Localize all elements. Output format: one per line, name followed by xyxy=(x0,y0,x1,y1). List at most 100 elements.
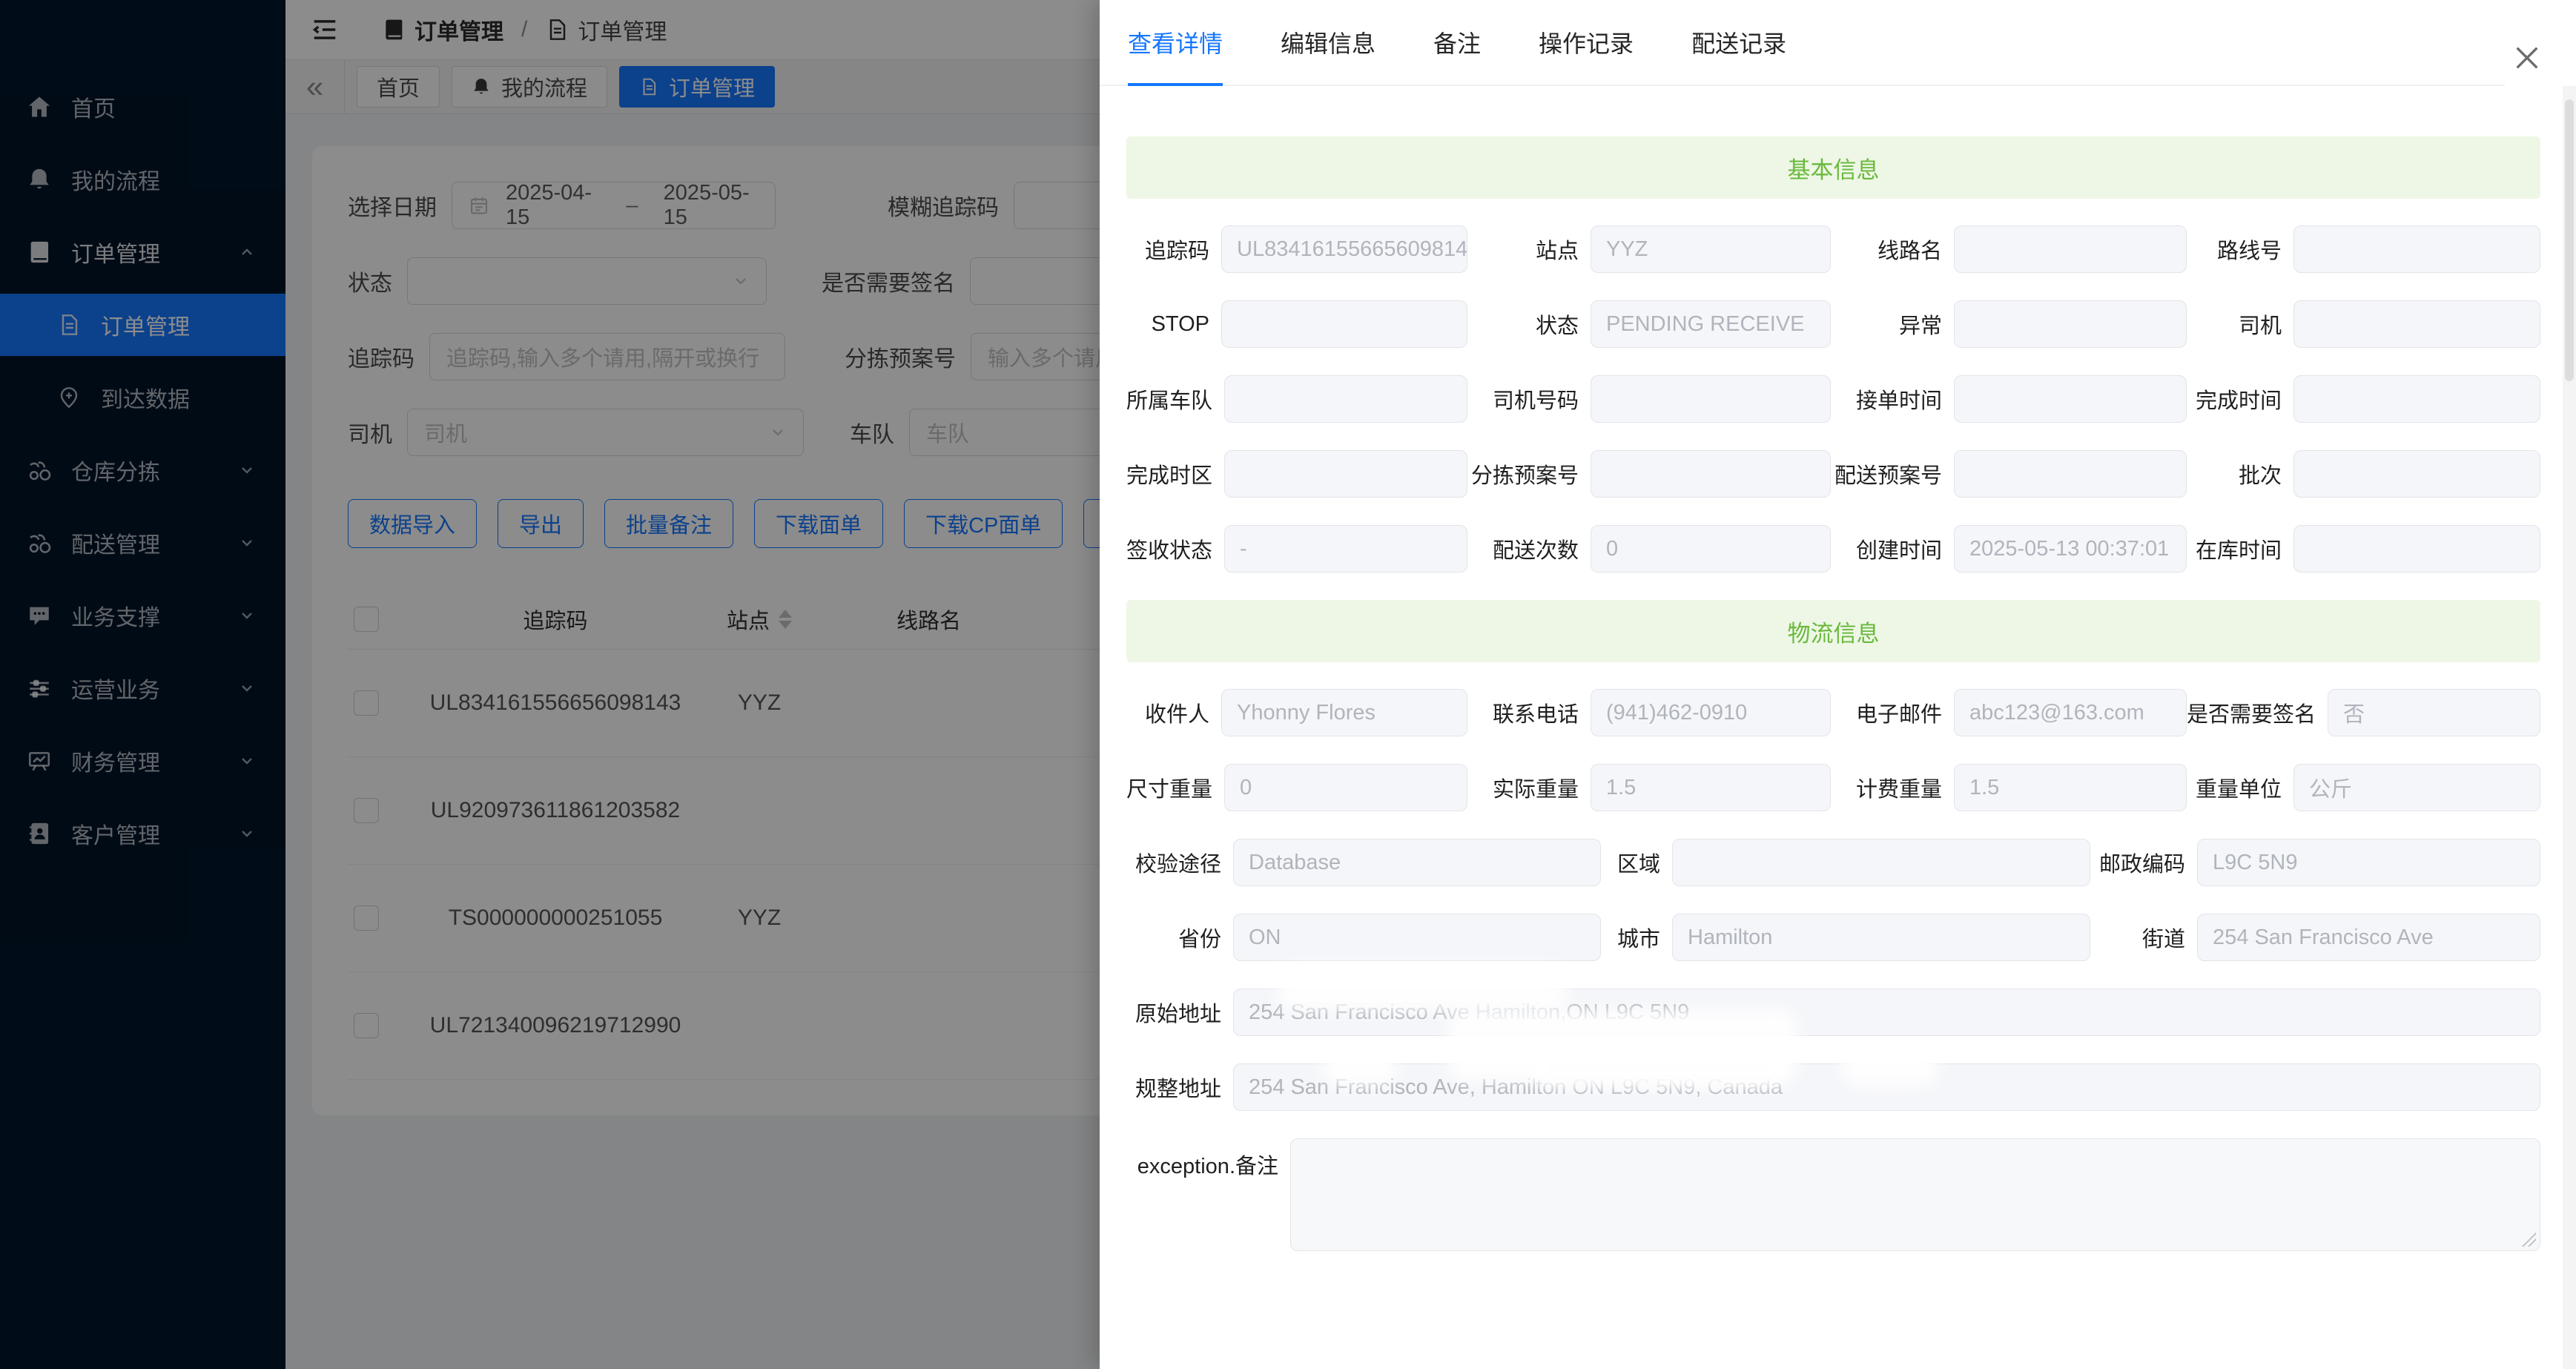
fleet-input[interactable] xyxy=(1224,375,1467,423)
delivery-count-input[interactable]: 0 xyxy=(1591,525,1831,573)
tab-operation-log[interactable]: 操作记录 xyxy=(1539,0,1634,85)
driver-phone-input[interactable] xyxy=(1591,375,1831,423)
city-input[interactable]: Hamilton xyxy=(1672,914,2090,961)
field-label: 接单时间 xyxy=(1831,383,1954,415)
logistics-row-1: 收件人Yhonny Flores 联系电话(941)462-0910 电子邮件a… xyxy=(1126,689,2540,736)
close-icon[interactable] xyxy=(2512,43,2542,73)
field-label: 配送次数 xyxy=(1467,533,1591,564)
actual-weight-input[interactable]: 1.5 xyxy=(1591,764,1831,811)
logistics-row-2: 尺寸重量0 实际重量1.5 计费重量1.5 重量单位公斤 xyxy=(1126,764,2540,811)
field-label: 城市 xyxy=(1601,922,1672,953)
field-label: 配送预案号 xyxy=(1831,458,1954,489)
field-label: 是否需要签名 xyxy=(2187,697,2328,728)
field-label: 所属车队 xyxy=(1126,383,1224,415)
weight-unit-input[interactable]: 公斤 xyxy=(2293,764,2540,811)
field-label: 计费重量 xyxy=(1831,772,1954,803)
drawer-tabs: 查看详情 编辑信息 备注 操作记录 配送记录 xyxy=(1100,0,2505,86)
need-sign-input[interactable]: 否 xyxy=(2328,689,2540,736)
field-label: 规整地址 xyxy=(1126,1072,1233,1103)
field-label: 批次 xyxy=(2187,458,2293,489)
field-label: 完成时区 xyxy=(1126,458,1224,489)
field-label: 在库时间 xyxy=(2187,533,2293,564)
province-input[interactable]: ON xyxy=(1233,914,1601,961)
app-root: 首页 我的流程 订单管理 订单管理 到达数 xyxy=(0,0,2576,1369)
station-input[interactable]: YYZ xyxy=(1591,225,1831,273)
section-basic-info: 基本信息 xyxy=(1126,136,2540,199)
logistics-row-5: 原始地址254 San Francisco Ave Hamilton,ON L9… xyxy=(1126,989,2540,1036)
finish-time-input[interactable] xyxy=(2293,375,2540,423)
basic-row-4: 完成时区 分拣预案号 配送预案号 批次 xyxy=(1126,450,2540,498)
verify-path-input[interactable]: Database xyxy=(1233,839,1601,886)
driver-input[interactable] xyxy=(2293,300,2540,348)
field-label: 路线号 xyxy=(2187,234,2293,265)
phone-input[interactable]: (941)462-0910 xyxy=(1591,689,1831,736)
logistics-row-3: 校验途径Database 区域 邮政编码L9C 5N9 xyxy=(1126,839,2540,886)
basic-row-1: 追踪码UL834161556656098143 站点YYZ 线路名 路线号 xyxy=(1126,225,2540,273)
exception-note-row: exception.备注 xyxy=(1126,1138,2540,1251)
resize-grip-icon[interactable] xyxy=(2521,1232,2536,1247)
tab-remark[interactable]: 备注 xyxy=(1433,0,1481,85)
bill-weight-input[interactable]: 1.5 xyxy=(1954,764,2187,811)
field-label: 省份 xyxy=(1126,922,1233,953)
exception-input[interactable] xyxy=(1954,300,2187,348)
receiver-input[interactable]: Yhonny Flores xyxy=(1221,689,1467,736)
stop-input[interactable] xyxy=(1221,300,1467,348)
field-label: 原始地址 xyxy=(1126,997,1233,1028)
field-label: 异常 xyxy=(1831,309,1954,340)
normalized-address-input[interactable]: 254 San Francisco Ave, Hamilton ON L9C 5… xyxy=(1233,1063,2540,1111)
route-no-input[interactable] xyxy=(2293,225,2540,273)
email-input[interactable]: abc123@163.com xyxy=(1954,689,2187,736)
tab-view-detail[interactable]: 查看详情 xyxy=(1128,0,1223,85)
drawer-body: 基本信息 追踪码UL834161556656098143 站点YYZ 线路名 路… xyxy=(1100,86,2563,1369)
logistics-row-6: 规整地址254 San Francisco Ave, Hamilton ON L… xyxy=(1126,1063,2540,1111)
postcode-input[interactable]: L9C 5N9 xyxy=(2197,839,2540,886)
field-label: 追踪码 xyxy=(1126,234,1221,265)
field-label: 邮政编码 xyxy=(2090,847,2197,878)
field-label: 状态 xyxy=(1467,309,1591,340)
dim-weight-input[interactable]: 0 xyxy=(1224,764,1467,811)
sign-status-input[interactable]: - xyxy=(1224,525,1467,573)
section-logistics-info: 物流信息 xyxy=(1126,600,2540,662)
field-label: 重量单位 xyxy=(2187,772,2293,803)
field-label: 完成时间 xyxy=(2187,383,2293,415)
in-stock-time-input[interactable] xyxy=(2293,525,2540,573)
tracking-input[interactable]: UL834161556656098143 xyxy=(1221,225,1467,273)
field-label: 收件人 xyxy=(1126,697,1221,728)
finish-timezone-input[interactable] xyxy=(1224,450,1467,498)
field-label: 区域 xyxy=(1601,847,1672,878)
accept-time-input[interactable] xyxy=(1954,375,2187,423)
basic-row-5: 签收状态- 配送次数0 创建时间2025-05-13 00:37:01 在库时间 xyxy=(1126,525,2540,573)
street-input[interactable]: 254 San Francisco Ave xyxy=(2197,914,2540,961)
field-label: exception.备注 xyxy=(1126,1149,1290,1180)
basic-row-3: 所属车队 司机号码 接单时间 完成时间 xyxy=(1126,375,2540,423)
field-label: 签收状态 xyxy=(1126,533,1224,564)
region-input[interactable] xyxy=(1672,839,2090,886)
delivery-plan-input[interactable] xyxy=(1954,450,2187,498)
field-label: 实际重量 xyxy=(1467,772,1591,803)
field-label: STOP xyxy=(1126,312,1221,337)
exception-note-textarea[interactable] xyxy=(1290,1138,2540,1251)
field-label: 站点 xyxy=(1467,234,1591,265)
sorting-plan-input[interactable] xyxy=(1591,450,1831,498)
logistics-row-4: 省份ON 城市Hamilton 街道254 San Francisco Ave xyxy=(1126,914,2540,961)
tab-edit-info[interactable]: 编辑信息 xyxy=(1281,0,1375,85)
field-label: 创建时间 xyxy=(1831,533,1954,564)
route-name-input[interactable] xyxy=(1954,225,2187,273)
field-label: 司机号码 xyxy=(1467,383,1591,415)
field-label: 尺寸重量 xyxy=(1126,772,1224,803)
drawer-mask[interactable] xyxy=(0,0,1100,1369)
field-label: 司机 xyxy=(2187,309,2293,340)
order-detail-drawer: 查看详情 编辑信息 备注 操作记录 配送记录 基本信息 追踪码UL8341615… xyxy=(1100,0,2576,1369)
field-label: 联系电话 xyxy=(1467,697,1591,728)
field-label: 校验途径 xyxy=(1126,847,1233,878)
field-label: 线路名 xyxy=(1831,234,1954,265)
field-label: 电子邮件 xyxy=(1831,697,1954,728)
status-input[interactable]: PENDING RECEIVE xyxy=(1591,300,1831,348)
tab-delivery-log[interactable]: 配送记录 xyxy=(1691,0,1786,85)
field-label: 分拣预案号 xyxy=(1467,458,1591,489)
batch-input[interactable] xyxy=(2293,450,2540,498)
drawer-scrollbar[interactable] xyxy=(2563,86,2576,1369)
basic-row-2: STOP 状态PENDING RECEIVE 异常 司机 xyxy=(1126,300,2540,348)
raw-address-input[interactable]: 254 San Francisco Ave Hamilton,ON L9C 5N… xyxy=(1233,989,2540,1036)
create-time-input[interactable]: 2025-05-13 00:37:01 xyxy=(1954,525,2187,573)
